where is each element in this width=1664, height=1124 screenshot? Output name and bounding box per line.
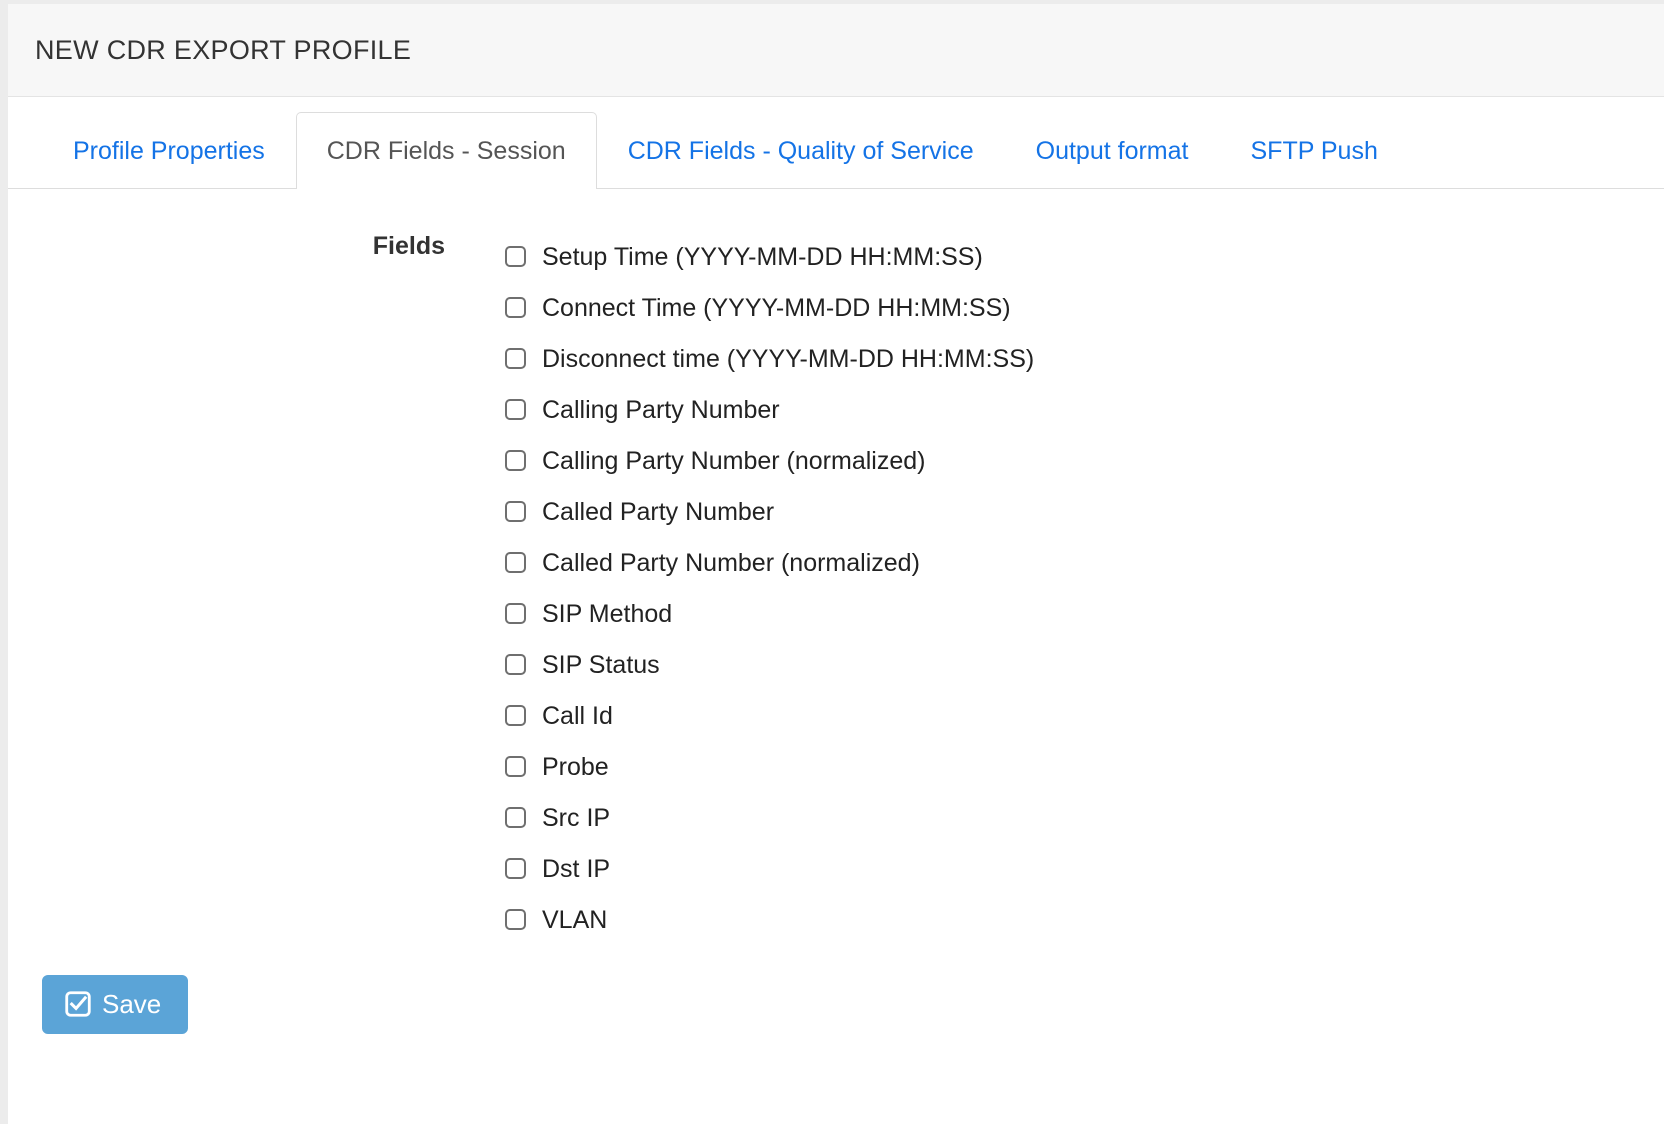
save-button[interactable]: Save: [42, 975, 189, 1034]
checkbox-icon[interactable]: [505, 552, 526, 573]
tab-output-format[interactable]: Output format: [1005, 112, 1220, 189]
field-checkbox-row[interactable]: Called Party Number: [505, 486, 1034, 537]
field-checkbox-row[interactable]: Called Party Number (normalized): [505, 537, 1034, 588]
panel-header: NEW CDR EXPORT PROFILE: [8, 4, 1664, 97]
field-checkbox-row[interactable]: Calling Party Number (normalized): [505, 435, 1034, 486]
field-checkbox-label: Called Party Number (normalized): [542, 548, 920, 577]
checkbox-icon[interactable]: [505, 705, 526, 726]
field-checkbox-label: Setup Time (YYYY-MM-DD HH:MM:SS): [542, 242, 983, 271]
checkbox-icon[interactable]: [505, 399, 526, 420]
checkbox-icon[interactable]: [505, 654, 526, 675]
field-checkbox-row[interactable]: SIP Status: [505, 639, 1034, 690]
checkbox-icon[interactable]: [505, 858, 526, 879]
checkbox-icon[interactable]: [505, 603, 526, 624]
field-checkbox-label: SIP Status: [542, 650, 660, 679]
tab-label: Output format: [1035, 137, 1189, 165]
checkbox-icon[interactable]: [505, 297, 526, 318]
tab-label: Profile Properties: [73, 137, 265, 165]
fields-row: Fields Setup Time (YYYY-MM-DD HH:MM:SS) C…: [8, 231, 1664, 945]
tab-sftp-push[interactable]: SFTP Push: [1220, 112, 1409, 189]
field-checkbox-row[interactable]: Src IP: [505, 792, 1034, 843]
field-checkbox-label: Probe: [542, 752, 609, 781]
form-body: Fields Setup Time (YYYY-MM-DD HH:MM:SS) C…: [8, 189, 1664, 945]
field-checkbox-label: Calling Party Number: [542, 395, 780, 424]
field-checkbox-label: Src IP: [542, 803, 611, 832]
field-checkbox-label: VLAN: [542, 905, 608, 934]
cdr-export-profile-page: NEW CDR EXPORT PROFILE Profile Propertie…: [0, 0, 1664, 1124]
tab-label: CDR Fields - Quality of Service: [627, 137, 974, 165]
tab-profile-properties[interactable]: Profile Properties: [42, 112, 296, 189]
field-checkbox-label: SIP Method: [542, 599, 673, 628]
tab-label: CDR Fields - Session: [326, 137, 566, 165]
checkbox-icon[interactable]: [505, 807, 526, 828]
checkbox-icon[interactable]: [505, 756, 526, 777]
field-checkbox-row[interactable]: VLAN: [505, 894, 1034, 945]
checkbox-icon[interactable]: [505, 909, 526, 930]
check-square-icon: [65, 991, 91, 1017]
tab-label: SFTP Push: [1250, 137, 1378, 165]
field-checkbox-row[interactable]: Dst IP: [505, 843, 1034, 894]
field-checkbox-row[interactable]: Probe: [505, 741, 1034, 792]
fields-label: Fields: [372, 232, 445, 260]
tab-cdr-fields-quality-of-service[interactable]: CDR Fields - Quality of Service: [597, 112, 1005, 189]
fields-checkbox-list: Setup Time (YYYY-MM-DD HH:MM:SS) Connect …: [505, 231, 1034, 945]
field-checkbox-row[interactable]: Connect Time (YYYY-MM-DD HH:MM:SS): [505, 282, 1034, 333]
page-title: NEW CDR EXPORT PROFILE: [35, 34, 412, 65]
field-checkbox-label: Called Party Number: [542, 497, 775, 526]
field-checkbox-row[interactable]: SIP Method: [505, 588, 1034, 639]
field-checkbox-label: Calling Party Number (normalized): [542, 446, 926, 475]
field-checkbox-label: Disconnect time (YYYY-MM-DD HH:MM:SS): [542, 344, 1035, 373]
field-checkbox-label: Call Id: [542, 701, 613, 730]
checkbox-icon[interactable]: [505, 450, 526, 471]
field-checkbox-label: Connect Time (YYYY-MM-DD HH:MM:SS): [542, 293, 1011, 322]
tab-bar: Profile Properties CDR Fields - Session CD…: [8, 97, 1664, 190]
field-checkbox-row[interactable]: Call Id: [505, 690, 1034, 741]
tab-cdr-fields-session[interactable]: CDR Fields - Session: [295, 112, 597, 190]
field-checkbox-row[interactable]: Disconnect time (YYYY-MM-DD HH:MM:SS): [505, 333, 1034, 384]
checkbox-icon[interactable]: [505, 246, 526, 267]
save-button-label: Save: [102, 989, 162, 1019]
field-checkbox-label: Dst IP: [542, 854, 611, 883]
field-checkbox-row[interactable]: Setup Time (YYYY-MM-DD HH:MM:SS): [505, 231, 1034, 282]
checkbox-icon[interactable]: [505, 348, 526, 369]
checkbox-icon[interactable]: [505, 501, 526, 522]
field-checkbox-row[interactable]: Calling Party Number: [505, 384, 1034, 435]
form-actions: Save: [8, 975, 1664, 1034]
